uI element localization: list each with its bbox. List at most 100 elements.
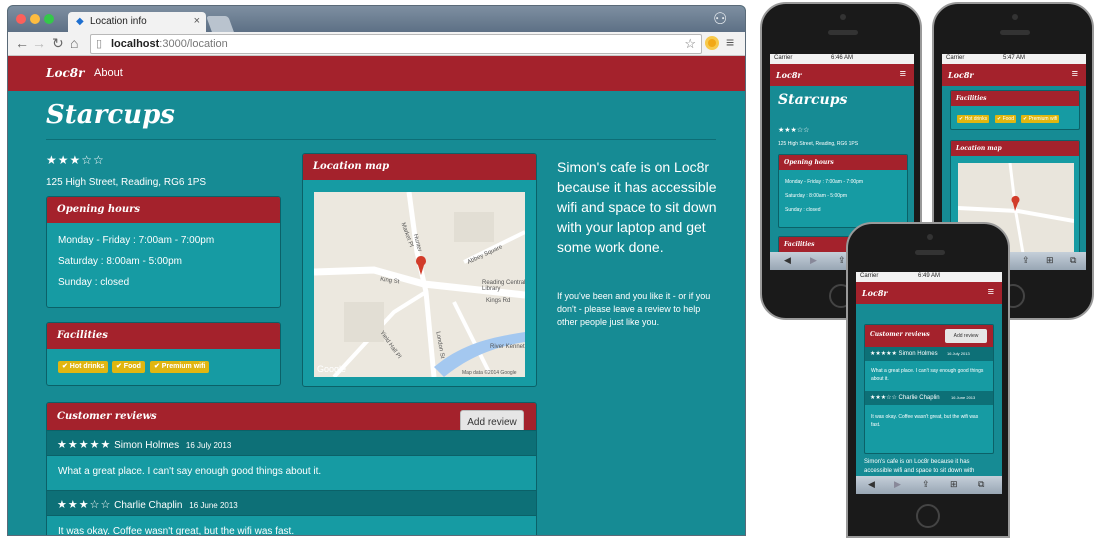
back-arrow-icon[interactable]: ← (15, 35, 29, 51)
mobile-review-header: ★★★★★ Simon Holmes 16 July 2013 (865, 347, 993, 361)
hamburger-menu-icon[interactable]: ≡ (1072, 68, 1078, 80)
extension-icon[interactable] (705, 36, 719, 50)
map-label-kings-rd: Kings Rd (486, 298, 511, 304)
hours-weekday: Monday - Friday : 7:00am - 7:00pm (58, 235, 215, 246)
brand-logo[interactable]: Loc8r (46, 66, 84, 80)
safari-forward-icon[interactable]: ▶ (894, 479, 901, 490)
phone-home-button[interactable] (916, 504, 940, 528)
safari-share-icon[interactable]: ⇪ (922, 479, 930, 490)
mobile-facility-hot-drinks: ✔ Hot drinks (957, 115, 990, 123)
mobile-navbar: Loc8r ≡ (856, 282, 1002, 304)
phone-speaker (1000, 30, 1030, 35)
phone-speaker (915, 250, 945, 255)
safari-forward-icon[interactable]: ▶ (810, 255, 817, 266)
mobile-review-text: What a great place. I can't say enough g… (871, 368, 984, 382)
review-date: 16 June 2013 (189, 501, 238, 510)
mobile-rating-stars: ★★★☆☆ (778, 127, 810, 134)
safari-bookmarks-icon[interactable]: ⊞ (950, 479, 958, 490)
mobile-review-header: ★★★☆☆ Charlie Chaplin 16 June 2013 (865, 391, 993, 405)
location-address: 125 High Street, Reading, RG6 1PS (46, 177, 207, 188)
mobile-add-review-button[interactable]: Add review (945, 329, 987, 343)
safari-share-icon[interactable]: ⇪ (838, 255, 846, 266)
safari-tabs-icon[interactable]: ⧉ (1070, 255, 1076, 266)
page-icon: ▯ (96, 38, 103, 50)
hours-saturday: Saturday : 8:00am - 5:00pm (58, 256, 182, 267)
mobile-opening-hours-heading: Opening hours (779, 155, 907, 170)
status-bar: Carrier 5:47 AM (942, 54, 1086, 64)
review-rating-stars: ★★★☆☆ (57, 499, 112, 511)
mobile-opening-hours-panel: Opening hours Monday - Friday : 7:00am -… (778, 154, 908, 228)
phone-speaker (828, 30, 858, 35)
mobile-facility-premium-wifi: ✔ Premium wifi (1021, 115, 1060, 123)
facility-badge-hot-drinks: ✔ Hot drinks (58, 361, 109, 373)
status-bar: Carrier 6:49 AM (856, 272, 1002, 282)
maximize-window-button[interactable] (44, 14, 54, 24)
phone-mockup-3: Carrier 6:49 AM Loc8r ≡ Customer reviews … (846, 222, 1010, 538)
sidebar-blurb: Simon's cafe is on Loc8r because it has … (557, 159, 717, 255)
location-map-heading: Location map (303, 154, 536, 180)
map-attribution: Map data ©2014 Google (462, 370, 517, 376)
favicon-icon: ◆ (76, 16, 84, 27)
map-label-library: Reading Central Library (482, 280, 525, 292)
review-author: Simon Holmes (114, 440, 180, 451)
mobile-brand[interactable]: Loc8r (862, 288, 888, 298)
profile-icon[interactable]: ⚇ (713, 9, 735, 29)
mobile-hours-sunday: Sunday : closed (785, 207, 821, 213)
safari-back-icon[interactable]: ◀ (784, 255, 791, 266)
title-divider (46, 139, 716, 140)
address-bar[interactable]: ▯ localhost:3000/location ☆ (90, 34, 702, 54)
mobile-brand[interactable]: Loc8r (948, 70, 974, 80)
new-tab-button[interactable] (206, 16, 234, 32)
url-host: localhost (111, 38, 160, 50)
map-label-river-kennet: River Kennet (490, 344, 525, 350)
url-path: :3000/location (159, 38, 228, 50)
mobile-facility-food: ✔ Food (995, 115, 1016, 123)
status-bar: Carrier 6:46 AM (770, 54, 914, 64)
mobile-review-text: It was okay. Coffee wasn't great, but th… (871, 414, 979, 428)
phone-3-screen: Carrier 6:49 AM Loc8r ≡ Customer reviews … (856, 272, 1002, 494)
hamburger-menu-icon[interactable]: ≡ (988, 286, 994, 298)
review-author: Charlie Chaplin (114, 500, 183, 511)
reload-icon[interactable]: ↻ (52, 35, 64, 52)
rating-stars: ★★★☆☆ (46, 153, 105, 167)
forward-arrow-icon[interactable]: → (32, 35, 46, 51)
desktop-browser-window: ◆ Location info × ⚇ ← → ↻ ⌂ ▯ localhost:… (8, 6, 745, 535)
location-map[interactable]: Abbey Square Reading Central Library Kin… (314, 192, 525, 377)
status-time: 5:47 AM (1002, 55, 1025, 61)
screenshot-stage: ◆ Location info × ⚇ ← → ↻ ⌂ ▯ localhost:… (0, 0, 1094, 538)
safari-share-icon[interactable]: ⇪ (1022, 255, 1030, 266)
close-window-button[interactable] (16, 14, 26, 24)
browser-tab-location-info[interactable]: ◆ Location info × (68, 12, 206, 32)
browser-menu-icon[interactable]: ≡ (726, 34, 734, 50)
status-time: 6:46 AM (830, 55, 853, 61)
location-map-panel: Location map Abbey Square Reading Centra… (302, 153, 537, 387)
status-time: 6:49 AM (917, 273, 940, 279)
home-icon[interactable]: ⌂ (70, 35, 78, 51)
safari-tabs-icon[interactable]: ⧉ (978, 479, 984, 490)
mobile-address: 125 High Street, Reading, RG6 1PS (778, 141, 859, 147)
review-header: ★★★☆☆ Charlie Chaplin 16 June 2013 (47, 490, 536, 516)
mobile-review-author: ★★★★★ Simon Holmes (870, 351, 938, 357)
mobile-facilities-panel: Facilities ✔ Hot drinks ✔ Food ✔ Premium… (950, 90, 1080, 130)
google-logo: Google (317, 364, 347, 374)
safari-bookmarks-icon[interactable]: ⊞ (1046, 255, 1054, 266)
mobile-hours-weekday: Monday - Friday : 7:00am - 7:00pm (785, 179, 864, 185)
facilities-heading: Facilities (47, 323, 280, 349)
customer-reviews-panel: Customer reviews Add review ★★★★★ Simon … (46, 402, 537, 535)
minimize-window-button[interactable] (30, 14, 40, 24)
page-title: Starcups (46, 100, 175, 130)
tab-close-icon[interactable]: × (194, 15, 200, 27)
hamburger-menu-icon[interactable]: ≡ (900, 68, 906, 80)
review-rating-stars: ★★★★★ (57, 439, 112, 451)
phone-camera (840, 14, 846, 20)
mobile-hours-saturday: Saturday : 8:00am - 5:00pm (785, 193, 847, 199)
safari-toolbar: ◀ ▶ ⇪ ⊞ ⧉ (856, 476, 1002, 494)
nav-about-link[interactable]: About (94, 67, 123, 79)
mobile-brand[interactable]: Loc8r (776, 70, 802, 80)
review-header: ★★★★★ Simon Holmes 16 July 2013 (47, 430, 536, 456)
safari-back-icon[interactable]: ◀ (868, 479, 875, 490)
hours-sunday: Sunday : closed (58, 277, 130, 288)
facilities-panel: Facilities ✔ Hot drinks ✔ Food ✔ Premium… (46, 322, 281, 386)
bookmark-star-icon[interactable]: ☆ (684, 36, 696, 52)
review-text: It was okay. Coffee wasn't great, but th… (58, 526, 295, 535)
